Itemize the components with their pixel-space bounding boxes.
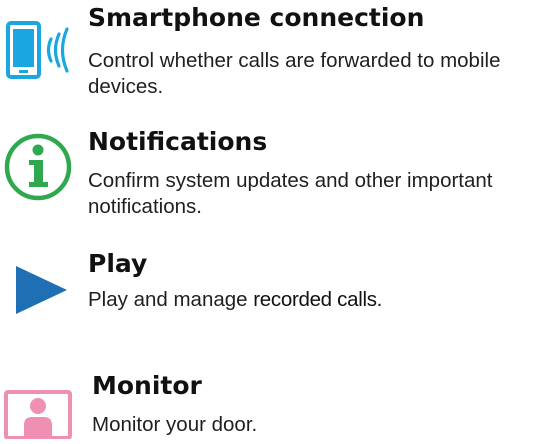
person-monitor-icon (3, 389, 73, 440)
smartphone-connection-title: Smartphone connection (88, 3, 425, 32)
smartphone-connection-description: Control whether calls are forwarded to m… (88, 49, 501, 98)
menu-item-smartphone-connection[interactable]: Smartphone connection Control whether ca… (0, 0, 551, 110)
play-description-prefix: Play and manage (88, 288, 254, 311)
info-circle-icon (3, 132, 73, 202)
menu-item-play[interactable]: Play Play and manage recorded calls. (0, 245, 551, 335)
monitor-description: Monitor your door. (92, 413, 258, 436)
play-description: Play and manage recorded calls. (88, 287, 548, 313)
menu-item-notifications[interactable]: Notifications Confirm system updates and… (0, 120, 551, 230)
play-title: Play (88, 249, 148, 278)
play-triangle-icon (13, 260, 69, 320)
smartphone-signal-icon (2, 20, 82, 80)
notifications-title: Notifications (88, 127, 268, 156)
monitor-title: Monitor (92, 371, 202, 400)
notifications-description: Confirm system updates and other importa… (88, 169, 493, 218)
recorded-calls-text: recorded calls. (253, 288, 383, 311)
menu-item-monitor[interactable]: Monitor Monitor your door. (0, 365, 551, 440)
